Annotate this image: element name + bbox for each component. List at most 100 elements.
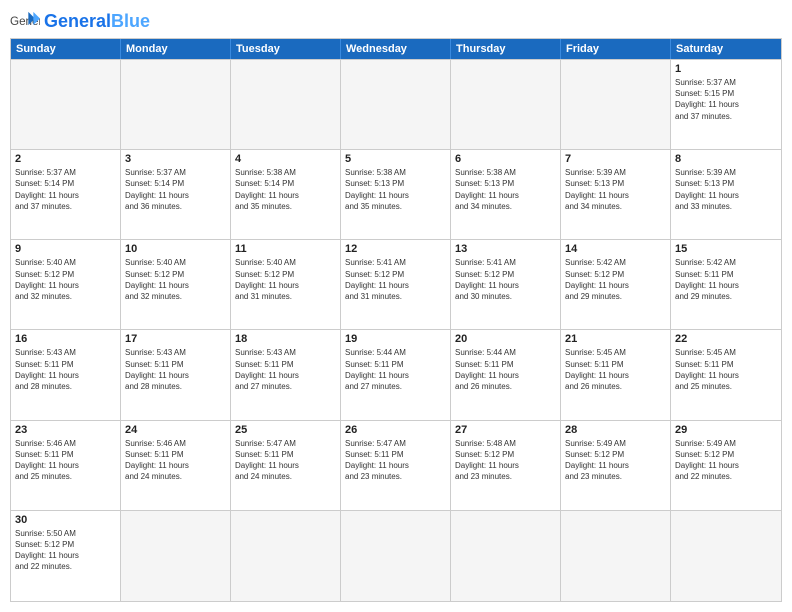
day-number: 25 — [235, 424, 336, 436]
logo-text: GeneralBlue — [44, 11, 150, 32]
day-info: Sunrise: 5:37 AM Sunset: 5:14 PM Dayligh… — [15, 167, 116, 212]
day-number: 7 — [565, 153, 666, 165]
day-number: 22 — [675, 333, 777, 345]
weekday-header: Friday — [561, 39, 671, 59]
day-info: Sunrise: 5:47 AM Sunset: 5:11 PM Dayligh… — [345, 438, 446, 483]
day-info: Sunrise: 5:37 AM Sunset: 5:15 PM Dayligh… — [675, 77, 777, 122]
day-number: 5 — [345, 153, 446, 165]
day-info: Sunrise: 5:40 AM Sunset: 5:12 PM Dayligh… — [125, 257, 226, 302]
calendar-cell — [671, 511, 781, 601]
calendar-cell: 12 Sunrise: 5:41 AM Sunset: 5:12 PM Dayli… — [341, 240, 451, 330]
day-info: Sunrise: 5:37 AM Sunset: 5:14 PM Dayligh… — [125, 167, 226, 212]
generalblue-logo-icon: General — [10, 10, 40, 32]
calendar-cell — [341, 511, 451, 601]
day-number: 15 — [675, 243, 777, 255]
calendar-body: 1 Sunrise: 5:37 AM Sunset: 5:15 PM Daylig… — [11, 59, 781, 601]
day-info: Sunrise: 5:47 AM Sunset: 5:11 PM Dayligh… — [235, 438, 336, 483]
calendar-cell: 28 Sunrise: 5:49 AM Sunset: 5:12 PM Dayli… — [561, 421, 671, 511]
calendar-cell — [121, 60, 231, 150]
day-number: 17 — [125, 333, 226, 345]
calendar-cell: 14 Sunrise: 5:42 AM Sunset: 5:12 PM Dayli… — [561, 240, 671, 330]
day-number: 9 — [15, 243, 116, 255]
calendar-cell: 7 Sunrise: 5:39 AM Sunset: 5:13 PM Daylig… — [561, 150, 671, 240]
day-info: Sunrise: 5:38 AM Sunset: 5:14 PM Dayligh… — [235, 167, 336, 212]
day-info: Sunrise: 5:46 AM Sunset: 5:11 PM Dayligh… — [15, 438, 116, 483]
day-number: 11 — [235, 243, 336, 255]
weekday-header: Wednesday — [341, 39, 451, 59]
calendar-cell: 30Sunrise: 5:50 AM Sunset: 5:12 PM Dayli… — [11, 511, 121, 601]
calendar-cell: 27 Sunrise: 5:48 AM Sunset: 5:12 PM Dayli… — [451, 421, 561, 511]
calendar-cell: 23 Sunrise: 5:46 AM Sunset: 5:11 PM Dayli… — [11, 421, 121, 511]
day-number: 20 — [455, 333, 556, 345]
calendar-cell — [121, 511, 231, 601]
header: General GeneralBlue — [10, 10, 782, 32]
calendar-cell: 10 Sunrise: 5:40 AM Sunset: 5:12 PM Dayli… — [121, 240, 231, 330]
calendar-cell: 26 Sunrise: 5:47 AM Sunset: 5:11 PM Dayli… — [341, 421, 451, 511]
calendar-cell: 5 Sunrise: 5:38 AM Sunset: 5:13 PM Daylig… — [341, 150, 451, 240]
day-info: Sunrise: 5:43 AM Sunset: 5:11 PM Dayligh… — [235, 347, 336, 392]
day-info: Sunrise: 5:39 AM Sunset: 5:13 PM Dayligh… — [565, 167, 666, 212]
calendar-cell: 17 Sunrise: 5:43 AM Sunset: 5:11 PM Dayli… — [121, 330, 231, 420]
day-number: 18 — [235, 333, 336, 345]
day-info: Sunrise: 5:45 AM Sunset: 5:11 PM Dayligh… — [675, 347, 777, 392]
calendar-cell: 19Sunrise: 5:44 AM Sunset: 5:11 PM Dayli… — [341, 330, 451, 420]
day-number: 27 — [455, 424, 556, 436]
day-number: 14 — [565, 243, 666, 255]
calendar-cell: 1 Sunrise: 5:37 AM Sunset: 5:15 PM Daylig… — [671, 60, 781, 150]
calendar-cell — [451, 60, 561, 150]
calendar-cell: 29 Sunrise: 5:49 AM Sunset: 5:12 PM Dayli… — [671, 421, 781, 511]
calendar-cell: 8 Sunrise: 5:39 AM Sunset: 5:13 PM Daylig… — [671, 150, 781, 240]
calendar: SundayMondayTuesdayWednesdayThursdayFrid… — [10, 38, 782, 602]
day-number: 8 — [675, 153, 777, 165]
calendar-cell: 16Sunrise: 5:43 AM Sunset: 5:11 PM Dayli… — [11, 330, 121, 420]
day-info: Sunrise: 5:41 AM Sunset: 5:12 PM Dayligh… — [455, 257, 556, 302]
day-info: Sunrise: 5:46 AM Sunset: 5:11 PM Dayligh… — [125, 438, 226, 483]
day-number: 23 — [15, 424, 116, 436]
calendar-cell — [231, 60, 341, 150]
calendar-cell: 18 Sunrise: 5:43 AM Sunset: 5:11 PM Dayli… — [231, 330, 341, 420]
day-info: Sunrise: 5:45 AM Sunset: 5:11 PM Dayligh… — [565, 347, 666, 392]
weekday-header: Saturday — [671, 39, 781, 59]
day-info: Sunrise: 5:42 AM Sunset: 5:12 PM Dayligh… — [565, 257, 666, 302]
calendar-cell: 20 Sunrise: 5:44 AM Sunset: 5:11 PM Dayli… — [451, 330, 561, 420]
day-number: 26 — [345, 424, 446, 436]
calendar-cell: 2 Sunrise: 5:37 AM Sunset: 5:14 PM Daylig… — [11, 150, 121, 240]
day-info: Sunrise: 5:43 AM Sunset: 5:11 PM Dayligh… — [125, 347, 226, 392]
calendar-cell: 24 Sunrise: 5:46 AM Sunset: 5:11 PM Dayli… — [121, 421, 231, 511]
day-info: Sunrise: 5:38 AM Sunset: 5:13 PM Dayligh… — [455, 167, 556, 212]
day-info: Sunrise: 5:43 AM Sunset: 5:11 PM Dayligh… — [15, 347, 116, 392]
calendar-cell — [11, 60, 121, 150]
weekday-header: Sunday — [11, 39, 121, 59]
day-info: Sunrise: 5:40 AM Sunset: 5:12 PM Dayligh… — [15, 257, 116, 302]
day-info: Sunrise: 5:49 AM Sunset: 5:12 PM Dayligh… — [565, 438, 666, 483]
day-number: 10 — [125, 243, 226, 255]
weekday-header: Tuesday — [231, 39, 341, 59]
calendar-header: SundayMondayTuesdayWednesdayThursdayFrid… — [11, 39, 781, 59]
day-info: Sunrise: 5:50 AM Sunset: 5:12 PM Dayligh… — [15, 528, 116, 573]
day-info: Sunrise: 5:38 AM Sunset: 5:13 PM Dayligh… — [345, 167, 446, 212]
day-number: 1 — [675, 63, 777, 75]
day-number: 12 — [345, 243, 446, 255]
day-number: 2 — [15, 153, 116, 165]
day-info: Sunrise: 5:44 AM Sunset: 5:11 PM Dayligh… — [455, 347, 556, 392]
day-info: Sunrise: 5:41 AM Sunset: 5:12 PM Dayligh… — [345, 257, 446, 302]
day-number: 13 — [455, 243, 556, 255]
logo: General GeneralBlue — [10, 10, 150, 32]
calendar-cell: 21 Sunrise: 5:45 AM Sunset: 5:11 PM Dayli… — [561, 330, 671, 420]
day-number: 21 — [565, 333, 666, 345]
day-number: 6 — [455, 153, 556, 165]
day-info: Sunrise: 5:48 AM Sunset: 5:12 PM Dayligh… — [455, 438, 556, 483]
day-info: Sunrise: 5:39 AM Sunset: 5:13 PM Dayligh… — [675, 167, 777, 212]
calendar-cell — [561, 60, 671, 150]
day-number: 24 — [125, 424, 226, 436]
day-number: 3 — [125, 153, 226, 165]
day-number: 29 — [675, 424, 777, 436]
calendar-cell — [451, 511, 561, 601]
day-number: 28 — [565, 424, 666, 436]
day-info: Sunrise: 5:40 AM Sunset: 5:12 PM Dayligh… — [235, 257, 336, 302]
day-info: Sunrise: 5:49 AM Sunset: 5:12 PM Dayligh… — [675, 438, 777, 483]
calendar-cell: 6 Sunrise: 5:38 AM Sunset: 5:13 PM Daylig… — [451, 150, 561, 240]
calendar-cell: 25 Sunrise: 5:47 AM Sunset: 5:11 PM Dayli… — [231, 421, 341, 511]
calendar-cell: 4Sunrise: 5:38 AM Sunset: 5:14 PM Daylig… — [231, 150, 341, 240]
day-number: 19 — [345, 333, 446, 345]
